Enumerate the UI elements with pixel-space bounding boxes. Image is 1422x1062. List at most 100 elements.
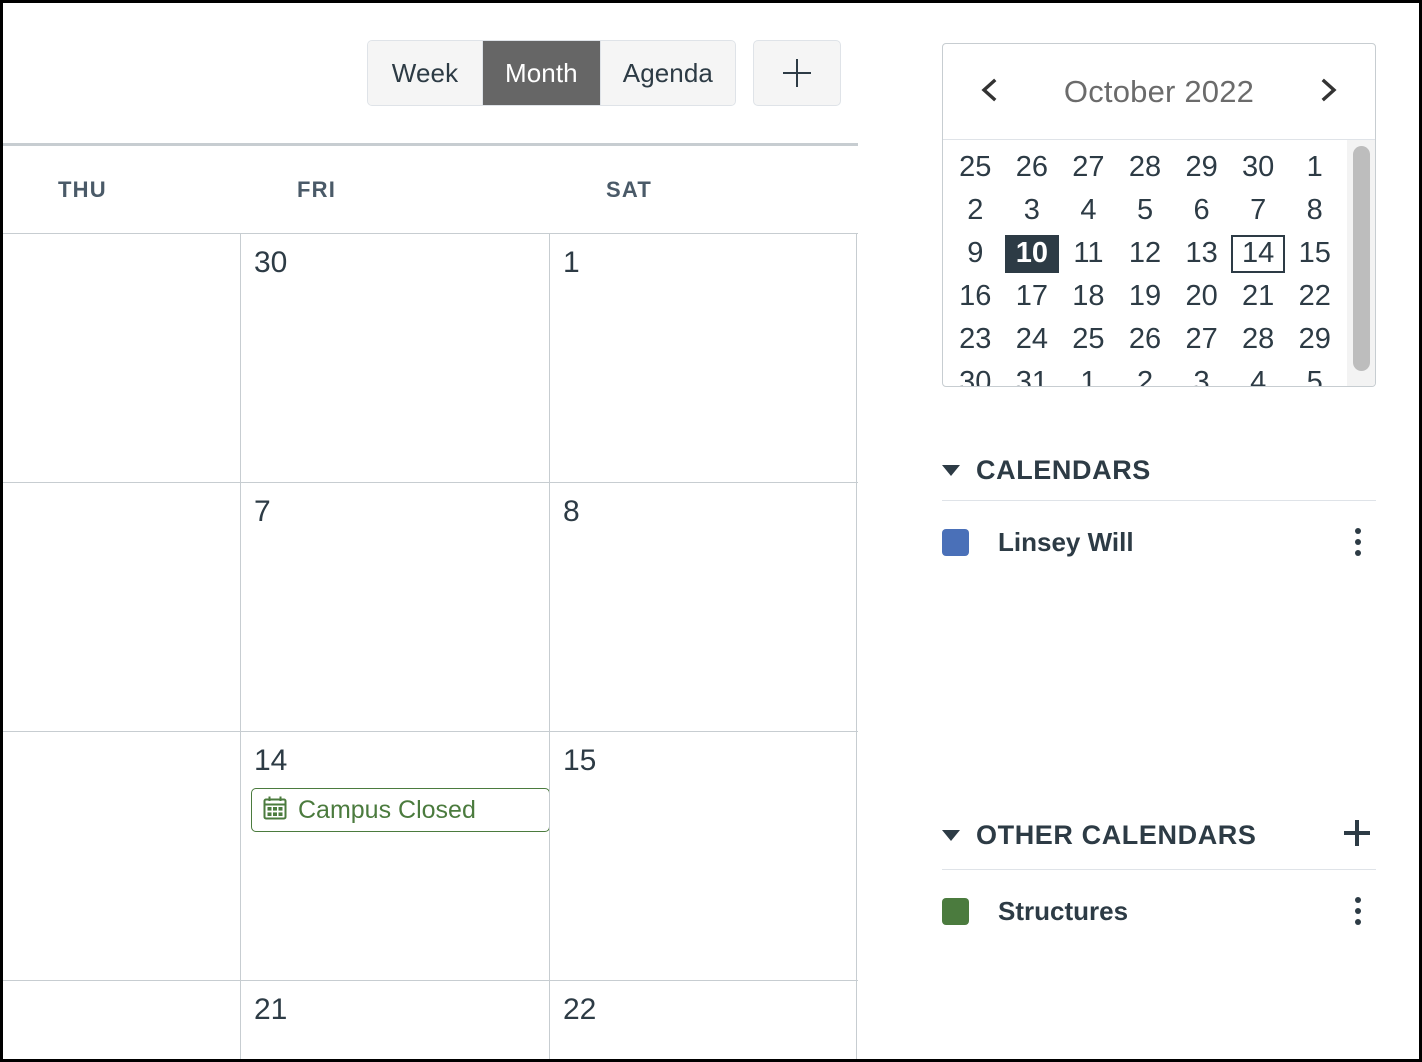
add-other-calendar-button[interactable]	[1337, 815, 1377, 855]
mini-day-label: 30	[959, 366, 992, 387]
mini-day[interactable]: 20	[1173, 277, 1230, 317]
mini-day-label: 21	[1242, 280, 1275, 312]
mini-day[interactable]: 30	[1230, 148, 1287, 188]
mini-day[interactable]: 1	[1286, 148, 1343, 188]
mini-day-label: 5	[1306, 366, 1323, 387]
mini-day-label: 6	[1193, 194, 1210, 226]
mini-day-label: 22	[1298, 280, 1331, 312]
mini-day[interactable]: 3	[1173, 363, 1230, 387]
mini-day[interactable]: 25	[1060, 320, 1117, 360]
mini-day[interactable]: 28	[1117, 148, 1174, 188]
color-swatch[interactable]	[942, 897, 969, 925]
mini-day[interactable]: 13	[1173, 234, 1230, 274]
view-tab-week[interactable]: Week	[367, 41, 483, 105]
mini-day[interactable]: 3	[1004, 191, 1061, 231]
mini-day[interactable]: 25	[947, 148, 1004, 188]
mini-day[interactable]: 30	[947, 363, 1004, 387]
day-cell[interactable]	[3, 732, 241, 980]
mini-day[interactable]: 29	[1173, 148, 1230, 188]
event-campus-closed[interactable]: Campus Closed	[251, 788, 549, 832]
mini-day[interactable]: 2	[1117, 363, 1174, 387]
mini-day[interactable]: 28	[1230, 320, 1287, 360]
day-cell[interactable]: 1	[550, 234, 857, 482]
mini-day[interactable]: 24	[1004, 320, 1061, 360]
mini-day[interactable]: 4	[1060, 191, 1117, 231]
mini-week-row: 30 31 1 2 3 4 5	[947, 361, 1343, 387]
day-cell[interactable]	[3, 234, 241, 482]
mini-day[interactable]: 5	[1286, 363, 1343, 387]
mini-day[interactable]: 27	[1173, 320, 1230, 360]
mini-day[interactable]: 1	[1060, 363, 1117, 387]
day-cell[interactable]: 22	[550, 981, 857, 1059]
mini-day-label: 2	[967, 194, 984, 226]
mini-day[interactable]: 11	[1060, 234, 1117, 274]
mini-day-label: 28	[1242, 323, 1275, 355]
mini-day[interactable]: 26	[1004, 148, 1061, 188]
calendar-page: Week Month Agenda THU FRI SAT 30 1 7 8 1…	[3, 3, 1419, 1059]
view-tab-month[interactable]: Month	[482, 41, 601, 105]
week-row: 30 1	[3, 234, 858, 483]
mini-calendar-title: October 2022	[1063, 73, 1255, 109]
next-month-button[interactable]	[1307, 71, 1349, 113]
mini-day[interactable]: 18	[1060, 277, 1117, 317]
day-cell[interactable]: 15	[550, 732, 857, 980]
mini-day[interactable]: 17	[1004, 277, 1061, 317]
mini-day[interactable]: 23	[947, 320, 1004, 360]
day-cell[interactable]: 21	[241, 981, 550, 1059]
mini-day[interactable]: 5	[1117, 191, 1174, 231]
mini-day[interactable]: 9	[947, 234, 1004, 274]
mini-day[interactable]: 2	[947, 191, 1004, 231]
mini-day[interactable]: 27	[1060, 148, 1117, 188]
mini-day[interactable]: 4	[1230, 363, 1287, 387]
day-number: 15	[563, 744, 597, 777]
mini-day[interactable]: 21	[1230, 277, 1287, 317]
day-number: 7	[254, 495, 271, 528]
scrollbar-thumb[interactable]	[1352, 146, 1370, 371]
calendar-options-button[interactable]	[1340, 522, 1376, 562]
mini-day[interactable]: 19	[1117, 277, 1174, 317]
mini-day[interactable]: 6	[1173, 191, 1230, 231]
day-cell[interactable]: 30	[241, 234, 550, 482]
mini-day-label: 29	[1185, 151, 1218, 183]
calendar-item-structures[interactable]: Structures	[942, 870, 1376, 952]
day-cell[interactable]: 14 Campus Closed	[241, 732, 550, 980]
day-cell[interactable]: 7	[241, 483, 550, 731]
kebab-dot	[1355, 528, 1361, 534]
mini-day[interactable]: 16	[947, 277, 1004, 317]
dow-thu: THU	[58, 176, 107, 202]
day-number: 1	[563, 246, 580, 279]
mini-day[interactable]: 8	[1286, 191, 1343, 231]
mini-day[interactable]: 15	[1286, 234, 1343, 274]
calendar-item-linsey-will[interactable]: Linsey Will	[942, 501, 1376, 583]
mini-day-today[interactable]: 10	[1004, 234, 1061, 274]
mini-day-label: 3	[1193, 366, 1210, 387]
mini-day-selected[interactable]: 14	[1230, 234, 1287, 274]
mini-day[interactable]: 26	[1117, 320, 1174, 360]
day-number: 21	[254, 993, 288, 1026]
day-cell[interactable]	[3, 981, 241, 1059]
color-swatch[interactable]	[942, 528, 969, 556]
mini-week-row: 23 24 25 26 27 28 29	[947, 318, 1343, 361]
mini-day-label: 30	[1242, 151, 1275, 183]
mini-calendar-body: 25 26 27 28 29 30 1 2 3 4 5 6 7 8 9 10 1…	[943, 140, 1375, 386]
mini-day[interactable]: 29	[1286, 320, 1343, 360]
day-cell[interactable]	[3, 483, 241, 731]
calendar-options-button[interactable]	[1340, 891, 1376, 931]
kebab-dot	[1355, 908, 1361, 914]
day-cell[interactable]: 8	[550, 483, 857, 731]
mini-day[interactable]: 12	[1117, 234, 1174, 274]
mini-day-label: 7	[1250, 194, 1267, 226]
chevron-down-icon[interactable]	[942, 829, 960, 841]
mini-day[interactable]: 7	[1230, 191, 1287, 231]
mini-calendar: October 2022 25 26 27 28 29 30 1 2 3 4 5…	[942, 43, 1376, 387]
mini-day[interactable]: 22	[1286, 277, 1343, 317]
mini-day[interactable]: 31	[1004, 363, 1061, 387]
mini-day-label: 19	[1128, 280, 1162, 312]
mini-calendar-scrollbar[interactable]	[1347, 140, 1375, 386]
chevron-right-icon	[1314, 76, 1342, 107]
mini-day-label: 1	[1080, 366, 1097, 387]
prev-month-button[interactable]	[969, 71, 1011, 113]
chevron-down-icon[interactable]	[942, 465, 960, 476]
add-event-button[interactable]	[753, 40, 841, 106]
view-tab-agenda[interactable]: Agenda	[600, 41, 735, 105]
